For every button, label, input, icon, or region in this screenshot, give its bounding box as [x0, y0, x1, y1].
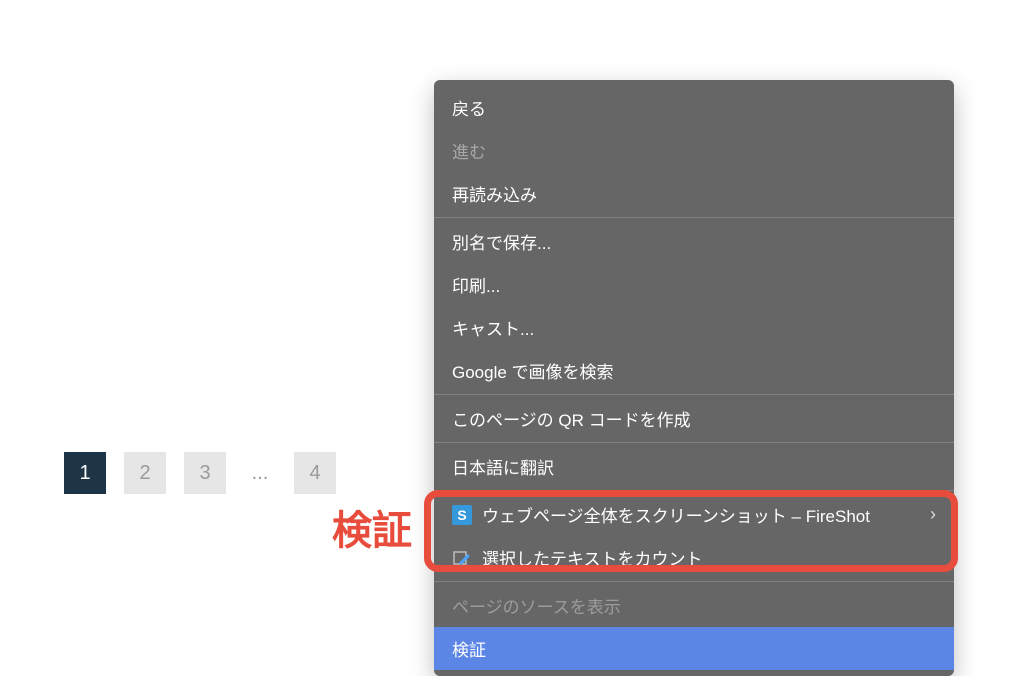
- menu-forward: 進む: [434, 129, 954, 172]
- menu-inspect[interactable]: 検証: [434, 627, 954, 670]
- chevron-right-icon: ›: [930, 504, 936, 525]
- menu-view-source-label: ページのソースを表示: [452, 593, 621, 618]
- menu-divider: [434, 581, 954, 582]
- context-menu: 戻る 進む 再読み込み 別名で保存... 印刷... キャスト... Googl…: [434, 80, 954, 676]
- page-2-button[interactable]: 2: [124, 452, 166, 494]
- menu-cast-label: キャスト...: [452, 315, 534, 340]
- menu-divider: [434, 490, 954, 491]
- pagination: 1 2 3 ... 4: [64, 452, 336, 494]
- menu-qr-code-label: このページの QR コードを作成: [452, 406, 691, 431]
- menu-reload[interactable]: 再読み込み: [434, 172, 954, 215]
- menu-text-count-label: 選択したテキストをカウント: [482, 545, 703, 570]
- menu-fireshot-label: ウェブページ全体をスクリーンショット – FireShot: [482, 502, 870, 527]
- highlight-label: 検証: [332, 498, 412, 556]
- menu-reload-label: 再読み込み: [452, 181, 537, 206]
- menu-cast[interactable]: キャスト...: [434, 306, 954, 349]
- page-3-button[interactable]: 3: [184, 452, 226, 494]
- menu-save-as-label: 別名で保存...: [452, 229, 551, 254]
- text-count-icon: [452, 548, 472, 568]
- menu-print[interactable]: 印刷...: [434, 263, 954, 306]
- menu-search-image-label: Google で画像を検索: [452, 358, 614, 383]
- page-4-button[interactable]: 4: [294, 452, 336, 494]
- fireshot-icon: S: [452, 505, 472, 525]
- menu-divider: [434, 217, 954, 218]
- menu-back-label: 戻る: [452, 95, 486, 120]
- menu-inspect-label: 検証: [452, 636, 486, 661]
- menu-search-image[interactable]: Google で画像を検索: [434, 349, 954, 392]
- menu-text-count[interactable]: 選択したテキストをカウント: [434, 536, 954, 579]
- menu-back[interactable]: 戻る: [434, 86, 954, 129]
- menu-view-source[interactable]: ページのソースを表示: [434, 584, 954, 627]
- menu-save-as[interactable]: 別名で保存...: [434, 220, 954, 263]
- menu-qr-code[interactable]: このページの QR コードを作成: [434, 397, 954, 440]
- menu-forward-label: 進む: [452, 138, 486, 163]
- menu-divider: [434, 394, 954, 395]
- menu-translate[interactable]: 日本語に翻訳: [434, 445, 954, 488]
- page-ellipsis: ...: [244, 462, 276, 485]
- menu-print-label: 印刷...: [452, 272, 500, 297]
- menu-fireshot[interactable]: S ウェブページ全体をスクリーンショット – FireShot ›: [434, 493, 954, 536]
- menu-translate-label: 日本語に翻訳: [452, 454, 554, 479]
- menu-divider: [434, 442, 954, 443]
- page-1-button[interactable]: 1: [64, 452, 106, 494]
